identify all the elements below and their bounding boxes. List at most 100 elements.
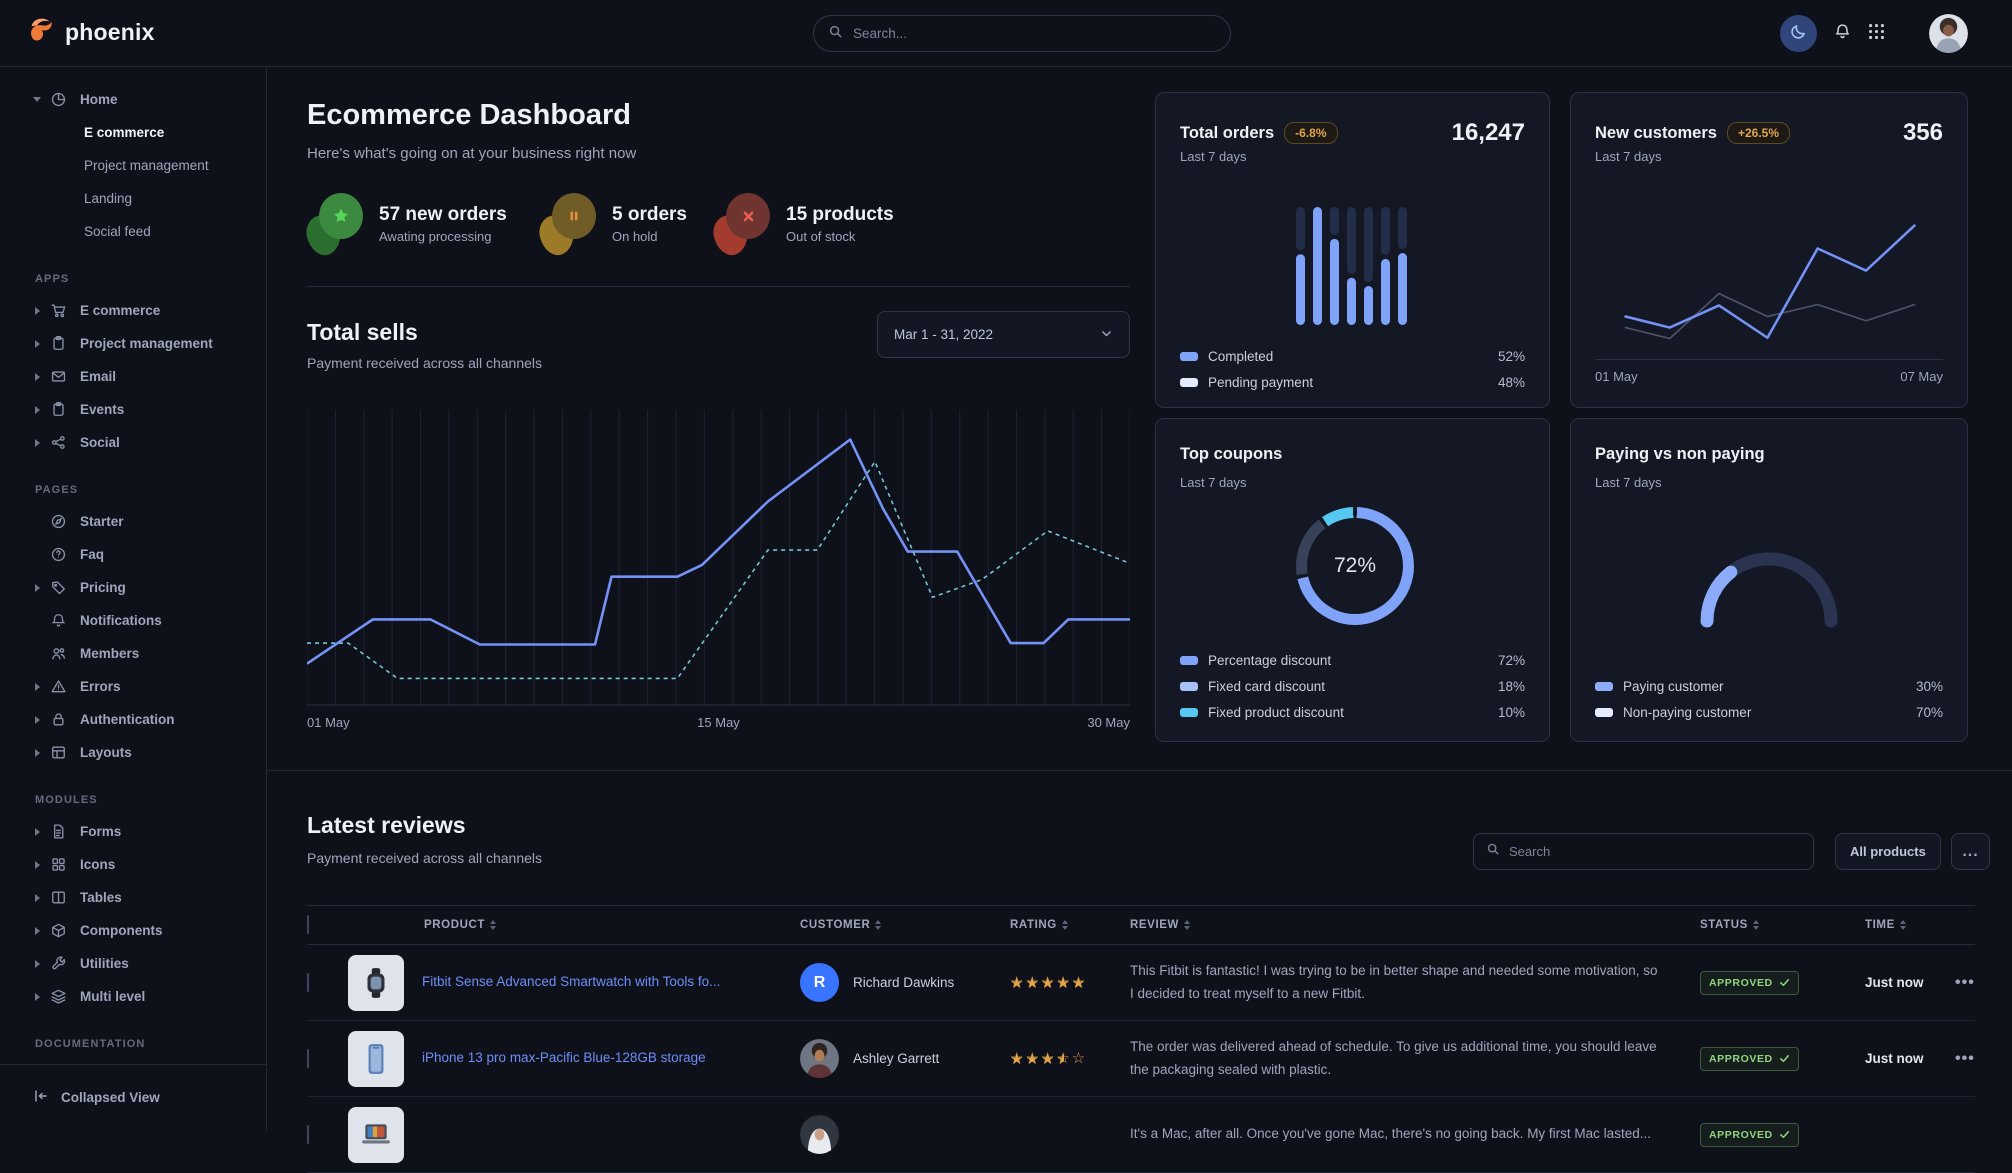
- notifications-button[interactable]: [1824, 15, 1861, 52]
- legend-swatch: [1180, 352, 1198, 361]
- sidebar-section-label: MODULES: [0, 785, 266, 815]
- column-header-time[interactable]: TIME: [1865, 919, 1955, 931]
- legend-row: Completed 52%: [1180, 343, 1525, 369]
- sidebar-item-project-management[interactable]: Project management: [0, 327, 266, 360]
- status-badge: APPROVED: [1700, 1123, 1799, 1147]
- sidebar-item-members[interactable]: Members: [0, 637, 266, 670]
- question-circle-icon: [50, 546, 67, 563]
- sidebar-item-label: Utilities: [80, 956, 129, 971]
- row-menu-button[interactable]: •••: [1955, 1050, 1985, 1068]
- sidebar-item-pricing[interactable]: Pricing: [0, 571, 266, 604]
- sidebar-item-email[interactable]: Email: [0, 360, 266, 393]
- sidebar-item-label: Icons: [80, 857, 115, 872]
- sidebar-item-icons[interactable]: Icons: [0, 848, 266, 881]
- reviews-more-button[interactable]: ...: [1951, 833, 1990, 870]
- card-value: 356: [1903, 119, 1943, 147]
- sidebar-item-social[interactable]: Social: [0, 426, 266, 459]
- row-menu-button[interactable]: •••: [1955, 974, 1985, 992]
- product-link[interactable]: Fitbit Sense Advanced Smartwatch with To…: [422, 973, 750, 992]
- reviews-search-input[interactable]: [1509, 844, 1801, 859]
- review-text: This Fitbit is fantastic! I was trying t…: [1130, 960, 1700, 1005]
- brand[interactable]: phoenix: [26, 15, 155, 50]
- legend-swatch: [1595, 708, 1613, 717]
- page-title: Ecommerce Dashboard: [307, 99, 631, 132]
- pause-stat-icon: [540, 193, 596, 255]
- stat-value: 57 new orders: [379, 204, 507, 226]
- sidebar-item-starter[interactable]: Starter: [0, 505, 266, 538]
- column-header-status[interactable]: STATUS: [1700, 919, 1865, 931]
- legend-label: Fixed card discount: [1208, 679, 1325, 694]
- sidebar-item-multi-level[interactable]: Multi level: [0, 980, 266, 1013]
- legend-label: Pending payment: [1208, 375, 1313, 390]
- users-icon: [50, 645, 67, 662]
- grid-icon: [1867, 22, 1886, 46]
- row-checkbox[interactable]: [307, 973, 309, 992]
- customers-line-chart: [1583, 189, 1957, 359]
- sidebar-item-authentication[interactable]: Authentication: [0, 703, 266, 736]
- global-search[interactable]: [813, 15, 1231, 52]
- layout-icon: [50, 744, 67, 761]
- latest-reviews-title: Latest reviews: [307, 812, 466, 839]
- reviews-search[interactable]: [1473, 833, 1814, 870]
- layers-icon: [50, 988, 67, 1005]
- theme-toggle-button[interactable]: [1780, 15, 1817, 52]
- card-title: New customers: [1595, 124, 1717, 143]
- legend-swatch: [1180, 378, 1198, 387]
- sidebar-subitem-landing[interactable]: Landing: [0, 182, 266, 215]
- row-checkbox[interactable]: [307, 1049, 309, 1068]
- legend-value: 72%: [1498, 653, 1525, 668]
- sidebar-item-faq[interactable]: Faq: [0, 538, 266, 571]
- avatar: [800, 1039, 839, 1078]
- change-badge: -6.8%: [1284, 122, 1337, 144]
- sidebar-item-layouts[interactable]: Layouts: [0, 736, 266, 769]
- column-header-rating[interactable]: RATING: [1010, 919, 1130, 931]
- all-products-button[interactable]: All products: [1835, 833, 1941, 870]
- sidebar-item-home[interactable]: Home: [0, 83, 266, 116]
- review-text: The order was delivered ahead of schedul…: [1130, 1036, 1700, 1081]
- divider: [307, 286, 1130, 287]
- cube-icon: [50, 922, 67, 939]
- column-header-product[interactable]: PRODUCT: [348, 919, 800, 931]
- sidebar-item-notifications[interactable]: Notifications: [0, 604, 266, 637]
- cart-icon: [50, 302, 67, 319]
- collapsed-view-label: Collapsed View: [61, 1090, 160, 1105]
- sidebar-item-label: Pricing: [80, 580, 126, 595]
- sidebar-item-components[interactable]: Components: [0, 914, 266, 947]
- sidebar-subitem-e-commerce[interactable]: E commerce: [0, 116, 266, 149]
- search-input[interactable]: [853, 26, 1216, 41]
- legend-swatch: [1180, 656, 1198, 665]
- sidebar-item-label: Email: [80, 369, 116, 384]
- sidebar-item-e-commerce[interactable]: E commerce: [0, 294, 266, 327]
- sidebar: HomeE commerceProject managementLandingS…: [0, 67, 267, 1130]
- select-all-checkbox[interactable]: [307, 915, 309, 934]
- sidebar-item-forms[interactable]: Forms: [0, 815, 266, 848]
- envelope-icon: [50, 368, 67, 385]
- product-link[interactable]: iPhone 13 pro max-Pacific Blue-128GB sto…: [422, 1049, 736, 1068]
- row-checkbox[interactable]: [307, 1125, 309, 1144]
- bell-icon: [1833, 22, 1852, 46]
- column-header-customer[interactable]: CUSTOMER: [800, 919, 1010, 931]
- card-period: Last 7 days: [1180, 149, 1247, 164]
- card-title: Top coupons: [1180, 445, 1282, 464]
- customer-name: Ashley Garrett: [853, 1051, 939, 1066]
- sidebar-subitem-social-feed[interactable]: Social feed: [0, 215, 266, 248]
- product-thumbnail: [348, 1031, 404, 1087]
- profile-avatar[interactable]: [1929, 14, 1968, 53]
- legend-label: Completed: [1208, 349, 1273, 364]
- sidebar-item-label: Faq: [80, 547, 104, 562]
- collapsed-view-toggle[interactable]: Collapsed View: [0, 1064, 266, 1130]
- table-header: PRODUCT CUSTOMER RATING REVIEW STATUS TI…: [307, 905, 1975, 945]
- customers-x-axis: 01 May07 May: [1595, 369, 1943, 384]
- sidebar-item-tables[interactable]: Tables: [0, 881, 266, 914]
- sidebar-item-errors[interactable]: Errors: [0, 670, 266, 703]
- apps-grid-button[interactable]: [1858, 15, 1895, 52]
- column-header-review[interactable]: REVIEW: [1130, 919, 1700, 931]
- wrench-icon: [50, 955, 67, 972]
- clipboard-icon: [50, 335, 67, 352]
- date-range-select[interactable]: Mar 1 - 31, 2022: [877, 311, 1130, 358]
- legend-swatch: [1595, 682, 1613, 691]
- sidebar-item-events[interactable]: Events: [0, 393, 266, 426]
- sidebar-subitem-project-management[interactable]: Project management: [0, 149, 266, 182]
- card-value: 16,247: [1452, 119, 1525, 147]
- sidebar-item-utilities[interactable]: Utilities: [0, 947, 266, 980]
